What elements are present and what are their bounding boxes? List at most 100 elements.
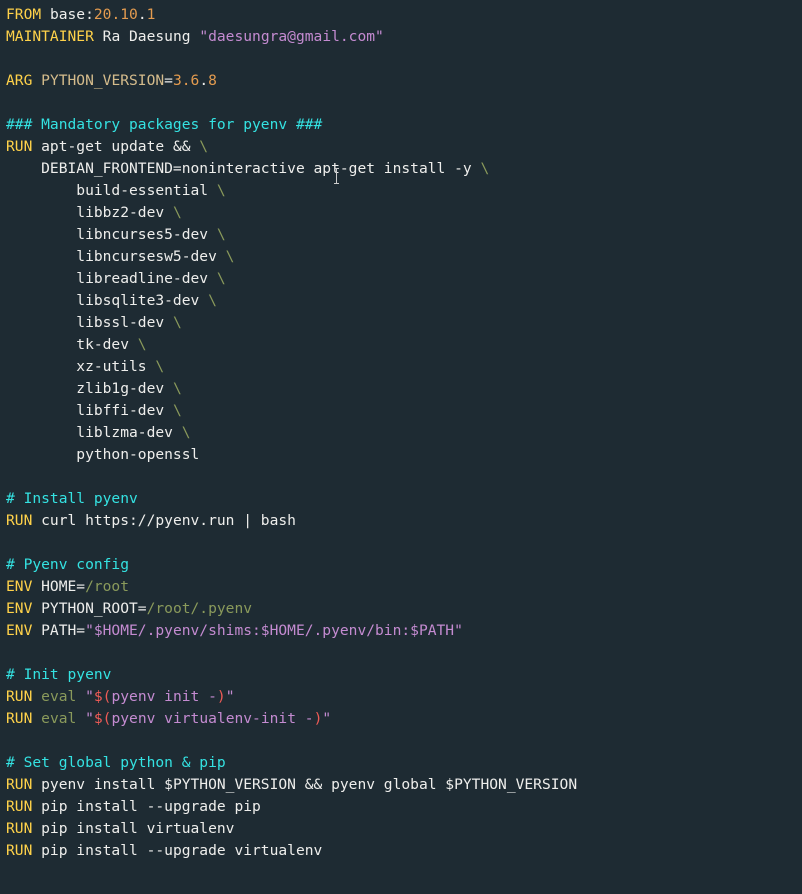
code-line: RUN pip install --upgrade virtualenv bbox=[6, 842, 322, 859]
token-white: apt-get update && bbox=[32, 138, 199, 155]
token-white: libssl-dev bbox=[6, 314, 173, 331]
code-line: DEBIAN_FRONTEND=noninteractive apt-get i… bbox=[6, 160, 489, 177]
token-white: pip install virtualenv bbox=[32, 820, 234, 837]
token-olive: eval bbox=[41, 688, 85, 705]
token-mauve: " bbox=[322, 710, 331, 727]
token-white: libncurses5-dev bbox=[6, 226, 217, 243]
token-olive: \ bbox=[480, 160, 489, 177]
token-red: ) bbox=[217, 688, 226, 705]
token-orange: 20.10 bbox=[94, 6, 138, 23]
token-white: libffi-dev bbox=[6, 402, 173, 419]
token-olive: \ bbox=[226, 248, 235, 265]
token-white: libbz2-dev bbox=[6, 204, 173, 221]
token-orange: 3.6 bbox=[173, 72, 199, 89]
token-kw: RUN bbox=[6, 798, 32, 815]
token-kw: ARG bbox=[6, 72, 32, 89]
token-white: = bbox=[164, 72, 173, 89]
token-mauve: " bbox=[226, 688, 235, 705]
token-mauve: "$HOME/.pyenv/shims:$HOME/.pyenv/bin:$PA… bbox=[85, 622, 463, 639]
token-white: pip install --upgrade pip bbox=[32, 798, 260, 815]
token-cyan: # Install pyenv bbox=[6, 490, 138, 507]
code-line: libncurses5-dev \ bbox=[6, 226, 226, 243]
code-line: RUN pyenv install $PYTHON_VERSION && pye… bbox=[6, 776, 577, 793]
code-line: ENV HOME=/root bbox=[6, 578, 129, 595]
token-olive: \ bbox=[173, 314, 182, 331]
code-line: ARG PYTHON_VERSION=3.6.8 bbox=[6, 72, 217, 89]
token-olive: \ bbox=[199, 138, 208, 155]
code-line: RUN eval "$(pyenv init -)" bbox=[6, 688, 235, 705]
token-cyan: ### Mandatory packages for pyenv ### bbox=[6, 116, 322, 133]
token-orange: 8 bbox=[208, 72, 217, 89]
code-line: # Set global python & pip bbox=[6, 754, 226, 771]
token-mauve: pyenv init - bbox=[111, 688, 216, 705]
code-line: python-openssl bbox=[6, 446, 199, 463]
token-cyan: # Set global python & pip bbox=[6, 754, 226, 771]
code-line: libffi-dev \ bbox=[6, 402, 182, 419]
code-line: libsqlite3-dev \ bbox=[6, 292, 217, 309]
text-cursor bbox=[336, 168, 337, 184]
token-kw: RUN bbox=[6, 842, 32, 859]
token-white: liblzma-dev bbox=[6, 424, 182, 441]
token-white bbox=[32, 688, 41, 705]
token-kw: RUN bbox=[6, 776, 32, 793]
token-olive: \ bbox=[217, 270, 226, 287]
token-kw: FROM bbox=[6, 6, 41, 23]
token-white: tk-dev bbox=[6, 336, 138, 353]
code-line: RUN apt-get update && \ bbox=[6, 138, 208, 155]
token-white: python-openssl bbox=[6, 446, 199, 463]
token-kw: RUN bbox=[6, 138, 32, 155]
token-pale: PYTHON_VERSION bbox=[41, 72, 164, 89]
code-line: # Init pyenv bbox=[6, 666, 111, 683]
code-line: libreadline-dev \ bbox=[6, 270, 226, 287]
token-white bbox=[32, 72, 41, 89]
code-line: liblzma-dev \ bbox=[6, 424, 191, 441]
token-olive: \ bbox=[138, 336, 147, 353]
code-line: # Install pyenv bbox=[6, 490, 138, 507]
token-olive: \ bbox=[217, 182, 226, 199]
token-white: zlib1g-dev bbox=[6, 380, 173, 397]
token-olive: /root/.pyenv bbox=[147, 600, 252, 617]
token-white: DEBIAN_FRONTEND=noninteractive apt-get i… bbox=[6, 160, 480, 177]
token-olive: eval bbox=[41, 710, 85, 727]
token-orange: 1 bbox=[147, 6, 156, 23]
code-line: xz-utils \ bbox=[6, 358, 164, 375]
token-olive: \ bbox=[217, 226, 226, 243]
token-white: curl https://pyenv.run | bash bbox=[32, 512, 296, 529]
token-olive: \ bbox=[155, 358, 164, 375]
code-line: zlib1g-dev \ bbox=[6, 380, 182, 397]
token-olive: /root bbox=[85, 578, 129, 595]
code-line: RUN eval "$(pyenv virtualenv-init -)" bbox=[6, 710, 331, 727]
token-kw: RUN bbox=[6, 710, 32, 727]
token-mauve: "daesungra@gmail.com" bbox=[199, 28, 384, 45]
code-line: RUN pip install --upgrade pip bbox=[6, 798, 261, 815]
token-mauve: pyenv virtualenv-init - bbox=[111, 710, 313, 727]
token-mauve: " bbox=[85, 688, 94, 705]
token-white: PATH= bbox=[32, 622, 85, 639]
token-white: pyenv install $PYTHON_VERSION && pyenv g… bbox=[32, 776, 577, 793]
token-white: libncursesw5-dev bbox=[6, 248, 226, 265]
token-kw: ENV bbox=[6, 578, 32, 595]
token-kw: MAINTAINER bbox=[6, 28, 94, 45]
token-kw: ENV bbox=[6, 600, 32, 617]
token-white: libreadline-dev bbox=[6, 270, 217, 287]
token-white: . bbox=[199, 72, 208, 89]
code-line: # Pyenv config bbox=[6, 556, 129, 573]
token-olive: \ bbox=[182, 424, 191, 441]
code-line: libssl-dev \ bbox=[6, 314, 182, 331]
token-olive: \ bbox=[208, 292, 217, 309]
token-kw: RUN bbox=[6, 512, 32, 529]
code-line: FROM base:20.10.1 bbox=[6, 6, 155, 23]
code-line: libncursesw5-dev \ bbox=[6, 248, 234, 265]
token-kw: RUN bbox=[6, 820, 32, 837]
token-white: HOME= bbox=[32, 578, 85, 595]
token-white: pip install --upgrade virtualenv bbox=[32, 842, 322, 859]
token-white: Ra Daesung bbox=[94, 28, 199, 45]
token-kw: ENV bbox=[6, 622, 32, 639]
token-olive: \ bbox=[173, 204, 182, 221]
code-line: tk-dev \ bbox=[6, 336, 147, 353]
token-white: base: bbox=[41, 6, 94, 23]
code-line: ENV PATH="$HOME/.pyenv/shims:$HOME/.pyen… bbox=[6, 622, 463, 639]
token-cyan: # Pyenv config bbox=[6, 556, 129, 573]
dockerfile-code-block[interactable]: FROM base:20.10.1 MAINTAINER Ra Daesung … bbox=[0, 0, 802, 868]
code-line: RUN curl https://pyenv.run | bash bbox=[6, 512, 296, 529]
